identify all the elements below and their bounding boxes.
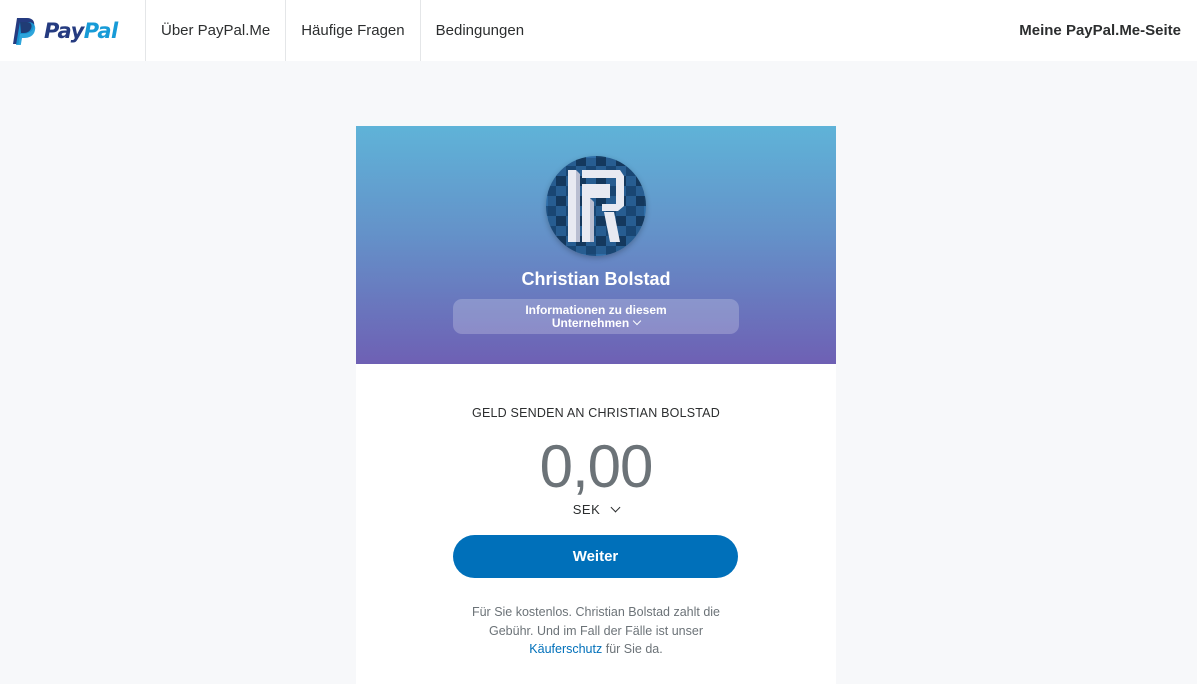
paypal-logo[interactable]: PayPal	[0, 0, 145, 61]
nav-terms[interactable]: Bedingungen	[419, 0, 540, 61]
fee-notice: Für Sie kostenlos. Christian Bolstad zah…	[451, 603, 741, 659]
send-to-label: GELD SENDEN AN CHRISTIAN BOLSTAD	[472, 406, 720, 420]
merchant-avatar-icon	[546, 156, 646, 256]
merchant-info-line2: Unternehmen	[551, 316, 630, 330]
merchant-hero: Christian Bolstad Informationen zu diese…	[356, 126, 836, 364]
merchant-name: Christian Bolstad	[521, 269, 671, 289]
fee-text-before: Für Sie kostenlos. Christian Bolstad zah…	[471, 605, 721, 638]
currency-code: SEK	[572, 502, 601, 517]
chevron-down-icon	[632, 316, 642, 326]
nav-faq[interactable]: Häufige Fragen	[285, 0, 419, 61]
merchant-avatar	[546, 156, 646, 256]
paypal-logo-icon	[13, 17, 36, 45]
currency-selector[interactable]: SEK	[356, 502, 836, 517]
nav-about-paypal-me[interactable]: Über PayPal.Me	[145, 0, 285, 61]
my-paypal-me-link[interactable]: Meine PayPal.Me-Seite	[1019, 0, 1181, 61]
amount-input[interactable]: 0,00	[356, 432, 836, 501]
top-header: PayPal Über PayPal.Me Häufige Fragen Bed…	[0, 0, 1197, 61]
continue-button[interactable]: Weiter	[453, 535, 738, 578]
paypal-wordmark: PayPal	[44, 18, 118, 43]
merchant-info-toggle[interactable]: Informationen zu diesem Unternehmen	[453, 299, 739, 334]
buyer-protection-link[interactable]: Käuferschutz	[529, 642, 602, 656]
merchant-info-line2-wrap: Unternehmen	[453, 317, 739, 330]
chevron-down-icon	[610, 502, 621, 513]
fee-text-after: für Sie da.	[605, 642, 663, 656]
payment-card: Christian Bolstad Informationen zu diese…	[356, 126, 836, 684]
